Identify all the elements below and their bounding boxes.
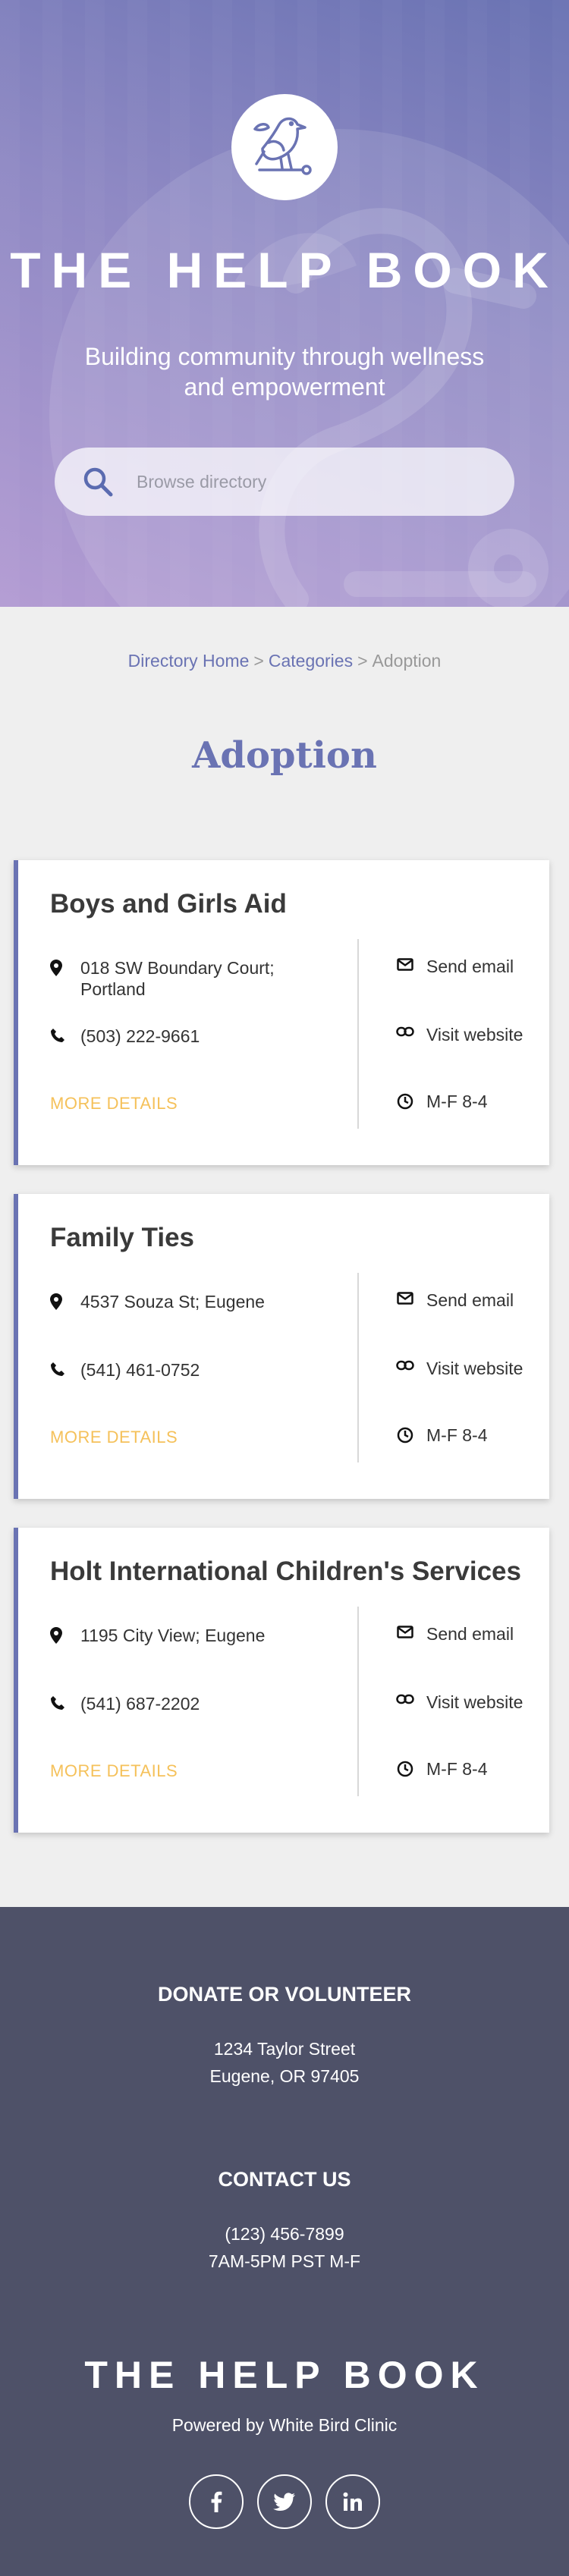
hours-text: M-F 8-4 (426, 1759, 488, 1779)
search-bar[interactable] (55, 448, 514, 516)
visit-website-label[interactable]: Visit website (426, 1024, 523, 1045)
breadcrumb-categories-link[interactable]: Categories (269, 651, 353, 671)
address-text: 018 SW Boundary Court; Portland (80, 958, 275, 999)
more-details-link[interactable]: MORE DETAILS (50, 1761, 178, 1781)
card-divider (357, 1273, 359, 1462)
visit-website-label[interactable]: Visit website (426, 1692, 523, 1713)
more-details-link[interactable]: MORE DETAILS (50, 1094, 178, 1114)
breadcrumb-home-link[interactable]: Directory Home (128, 651, 250, 671)
bird-logo-icon (253, 117, 312, 175)
phone-icon (50, 1359, 80, 1377)
link-icon (384, 1692, 426, 1704)
listing-hours: M-F 8-4 (384, 1758, 551, 1780)
listing-title: Holt International Children's Services (50, 1557, 521, 1586)
card-divider (357, 1607, 359, 1796)
footer-address-line1: 1234 Taylor Street (213, 2039, 356, 2059)
listing-card: Holt International Children's Services 1… (14, 1528, 549, 1833)
social-links (0, 2474, 569, 2529)
clock-icon (384, 1758, 426, 1777)
site-tagline: Building community through wellness and … (84, 343, 485, 401)
send-email-label[interactable]: Send email (426, 956, 514, 977)
footer-address-line2: Eugene, OR 97405 (209, 2066, 360, 2086)
donate-heading[interactable]: DONATE OR VOLUNTEER (0, 1983, 569, 2006)
card-divider (357, 939, 359, 1129)
send-email-link[interactable]: Send email (384, 1290, 551, 1311)
send-email-link[interactable]: Send email (384, 956, 551, 977)
phone-text[interactable]: (503) 222-9661 (80, 1026, 200, 1047)
visit-website-link[interactable]: Visit website (384, 1024, 551, 1045)
location-pin-icon (50, 1625, 80, 1644)
send-email-label[interactable]: Send email (426, 1623, 514, 1645)
contact-hours: 7AM-5PM PST M-F (208, 2251, 361, 2271)
phone-icon (50, 1693, 80, 1711)
hours-text: M-F 8-4 (426, 1092, 488, 1111)
site-title: THE HELP BOOK (10, 242, 559, 298)
linkedin-icon[interactable] (325, 2474, 380, 2529)
listing-address: 4537 Souza St; Eugene (50, 1291, 338, 1312)
phone-text[interactable]: (541) 461-0752 (80, 1359, 200, 1381)
page-title: Adoption (192, 734, 377, 777)
send-email-link[interactable]: Send email (384, 1623, 551, 1645)
address-text: 4537 Souza St; Eugene (80, 1292, 265, 1312)
link-icon (384, 1024, 426, 1037)
more-details-link[interactable]: MORE DETAILS (50, 1428, 178, 1447)
twitter-icon[interactable] (257, 2474, 312, 2529)
clock-icon (384, 1091, 426, 1110)
contact-heading[interactable]: CONTACT US (0, 2168, 569, 2191)
email-icon (384, 956, 426, 971)
location-pin-icon (50, 1291, 80, 1310)
footer: DONATE OR VOLUNTEER 1234 Taylor Street E… (0, 1907, 569, 2576)
breadcrumb-separator: > (253, 651, 264, 671)
email-icon (384, 1623, 426, 1638)
clock-icon (384, 1425, 426, 1444)
listing-phone[interactable]: (503) 222-9661 (50, 1026, 338, 1047)
location-pin-icon (50, 957, 80, 976)
address-text: 1195 City View; Eugene (80, 1626, 266, 1645)
phone-text[interactable]: (541) 687-2202 (80, 1693, 200, 1714)
visit-website-link[interactable]: Visit website (384, 1358, 551, 1379)
listing-title: Boys and Girls Aid (50, 889, 287, 919)
search-input[interactable] (137, 471, 470, 492)
search-icon[interactable] (82, 466, 114, 498)
contact-phone[interactable]: (123) 456-7899 (0, 2224, 569, 2245)
listing-address: 1195 City View; Eugene (50, 1625, 338, 1646)
listing-card: Boys and Girls Aid 018 SW Boundary Court… (14, 860, 549, 1165)
link-icon (384, 1358, 426, 1371)
send-email-label[interactable]: Send email (426, 1290, 514, 1311)
visit-website-link[interactable]: Visit website (384, 1692, 551, 1713)
listing-hours: M-F 8-4 (384, 1091, 551, 1112)
hours-text: M-F 8-4 (426, 1425, 488, 1445)
listing-title: Family Ties (50, 1223, 195, 1252)
listing-card: Family Ties 4537 Souza St; Eugene (541) … (14, 1194, 549, 1499)
phone-icon (50, 1026, 80, 1043)
breadcrumb-current: Adoption (372, 651, 442, 671)
listing-phone[interactable]: (541) 461-0752 (50, 1359, 338, 1381)
email-icon (384, 1290, 426, 1305)
logo[interactable] (231, 94, 338, 200)
visit-website-label[interactable]: Visit website (426, 1358, 523, 1379)
facebook-icon[interactable] (189, 2474, 244, 2529)
footer-site-title: THE HELP BOOK (84, 2354, 485, 2396)
breadcrumb-separator: > (357, 651, 368, 671)
powered-by[interactable]: Powered by White Bird Clinic (0, 2415, 569, 2436)
listing-address: 018 SW Boundary Court; Portland (50, 957, 338, 1000)
listing-phone[interactable]: (541) 687-2202 (50, 1693, 338, 1714)
breadcrumb: Directory Home > Categories > Adoption (0, 651, 569, 671)
hero-banner: THE HELP BOOK Building community through… (0, 0, 569, 607)
listing-hours: M-F 8-4 (384, 1425, 551, 1446)
